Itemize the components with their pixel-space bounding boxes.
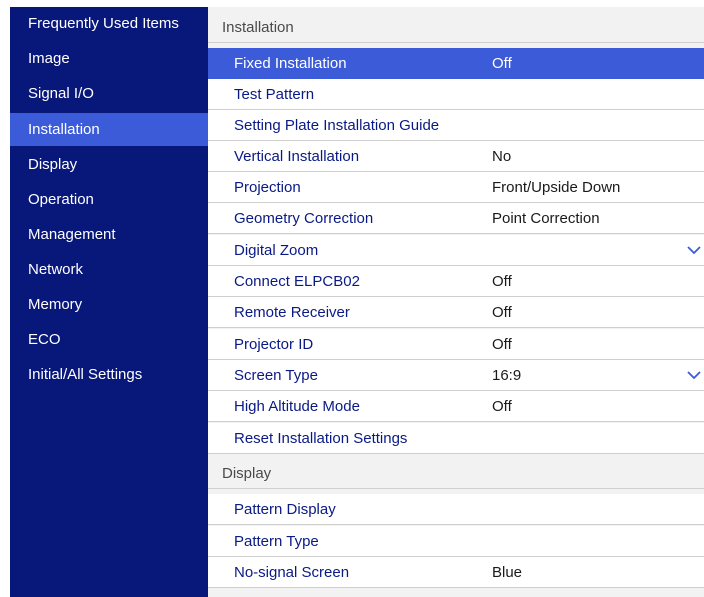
sidebar-item-eco[interactable]: ECO [10, 323, 208, 356]
row-label: Fixed Installation [234, 55, 347, 72]
menu-row-pattern-display[interactable]: Pattern Display [208, 494, 704, 525]
menu-row-connect-elpcb02[interactable]: Connect ELPCB02 Off [208, 266, 704, 297]
section-title: Installation [222, 19, 294, 36]
sidebar: Frequently Used Items Image Signal I/O I… [10, 7, 208, 597]
menu-row-setting-plate-installation-guide[interactable]: Setting Plate Installation Guide [208, 110, 704, 141]
row-value: Front/Upside Down [492, 179, 621, 196]
menu-row-screen-type[interactable]: Screen Type 16:9 [208, 360, 704, 391]
sidebar-item-signal-io[interactable]: Signal I/O [10, 77, 208, 110]
sidebar-item-frequently-used-items[interactable]: Frequently Used Items [10, 7, 208, 40]
row-value: Off [492, 398, 512, 415]
sidebar-item-network[interactable]: Network [10, 253, 208, 286]
chevron-down-icon[interactable] [686, 243, 702, 257]
row-label: Pattern Display [234, 501, 336, 518]
row-label: Geometry Correction [234, 210, 374, 227]
menu-row-remote-receiver[interactable]: Remote Receiver Off [208, 297, 704, 328]
sidebar-item-initial-all-settings[interactable]: Initial/All Settings [10, 358, 208, 391]
row-value: Off [492, 273, 512, 290]
row-label: Pattern Type [234, 533, 319, 550]
menu-row-geometry-correction[interactable]: Geometry Correction Point Correction [208, 203, 704, 234]
projector-menu: Frequently Used Items Image Signal I/O I… [10, 7, 704, 597]
row-label: No-signal Screen [234, 564, 350, 581]
chevron-down-icon[interactable] [686, 368, 702, 382]
row-label: Connect ELPCB02 [234, 273, 360, 290]
row-value: No [492, 148, 512, 165]
sidebar-item-image[interactable]: Image [10, 42, 208, 75]
menu-row-no-signal-screen[interactable]: No-signal Screen Blue [208, 557, 704, 588]
menu-row-projection[interactable]: Projection Front/Upside Down [208, 172, 704, 203]
menu-row-reset-installation-settings[interactable]: Reset Installation Settings [208, 423, 704, 454]
row-value: 16:9 [492, 367, 522, 384]
row-value: Point Correction [492, 210, 600, 227]
row-label: High Altitude Mode [234, 398, 360, 415]
section-header-installation: Installation [208, 12, 704, 43]
row-value: Off [492, 336, 512, 353]
section-header-display: Display [208, 458, 704, 489]
menu-row-test-pattern[interactable]: Test Pattern [208, 79, 704, 110]
row-value: Blue [492, 564, 523, 581]
menu-row-pattern-type[interactable]: Pattern Type [208, 526, 704, 557]
row-label: Digital Zoom [234, 242, 319, 259]
row-label: Screen Type [234, 367, 318, 384]
row-value: Off [492, 304, 512, 321]
menu-row-vertical-installation[interactable]: Vertical Installation No [208, 141, 704, 172]
row-label: Test Pattern [234, 86, 315, 103]
row-label: Projection [234, 179, 301, 196]
settings-panel: Installation Fixed Installation Off Test… [208, 7, 704, 597]
sidebar-item-management[interactable]: Management [10, 218, 208, 251]
sidebar-item-installation[interactable]: Installation [10, 113, 208, 146]
menu-row-fixed-installation[interactable]: Fixed Installation Off [208, 48, 704, 79]
row-label: Setting Plate Installation Guide [234, 117, 440, 134]
menu-row-digital-zoom[interactable]: Digital Zoom [208, 235, 704, 266]
section-title: Display [222, 465, 272, 482]
row-label: Vertical Installation [234, 148, 360, 165]
sidebar-item-memory[interactable]: Memory [10, 288, 208, 321]
sidebar-item-operation[interactable]: Operation [10, 183, 208, 216]
menu-row-projector-id[interactable]: Projector ID Off [208, 329, 704, 360]
menu-row-high-altitude-mode[interactable]: High Altitude Mode Off [208, 391, 704, 422]
row-label: Reset Installation Settings [234, 430, 408, 447]
sidebar-item-display[interactable]: Display [10, 148, 208, 181]
row-label: Projector ID [234, 336, 314, 353]
row-label: Remote Receiver [234, 304, 350, 321]
row-value: Off [492, 55, 512, 72]
